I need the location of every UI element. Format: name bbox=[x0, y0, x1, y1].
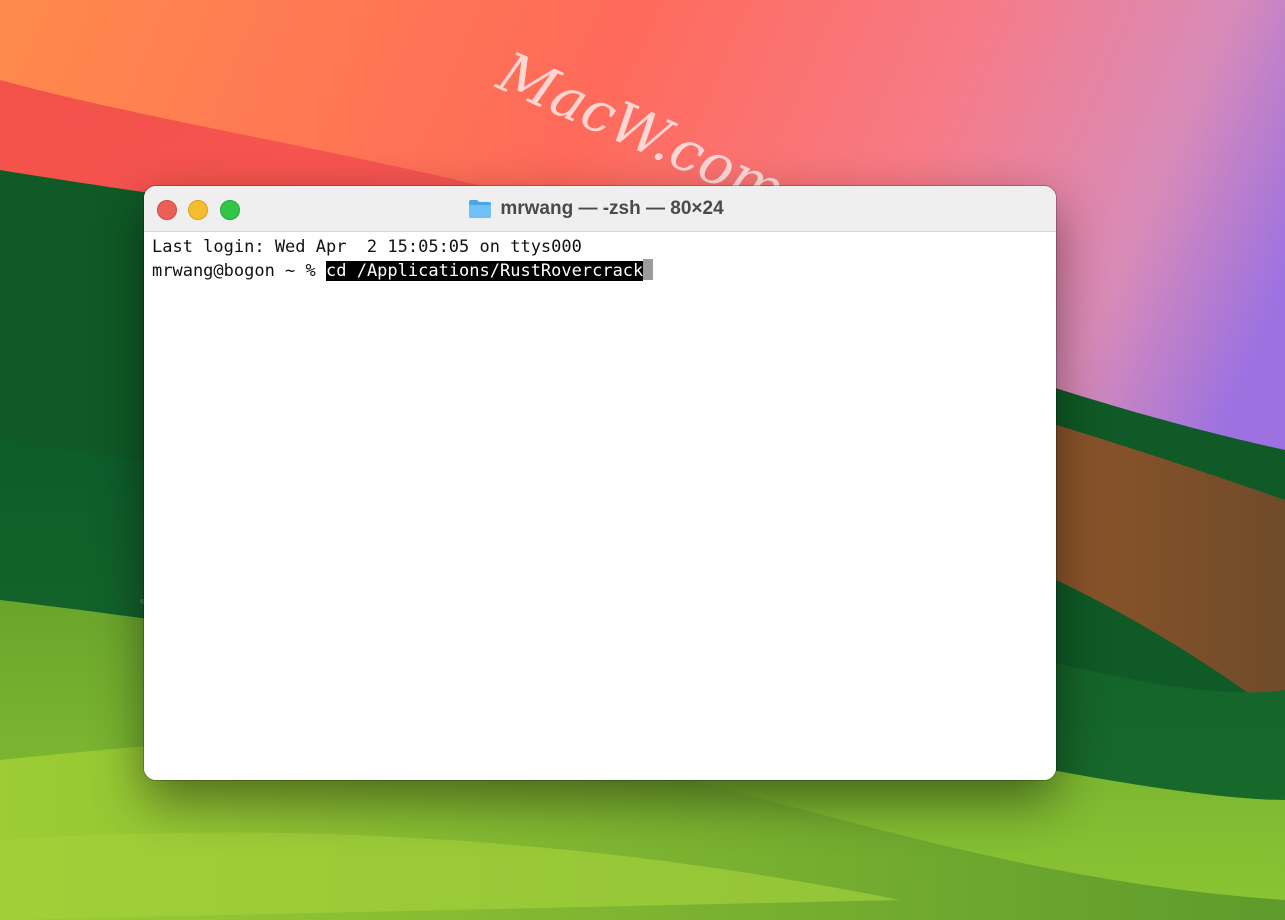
folder-icon bbox=[469, 200, 492, 218]
shell-prompt: mrwang@bogon ~ % bbox=[152, 261, 326, 281]
last-login-line: Last login: Wed Apr 2 15:05:05 on ttys00… bbox=[152, 237, 582, 257]
title-bar[interactable]: mrwang — -zsh — 80×24 bbox=[144, 186, 1056, 232]
window-title: mrwang — -zsh — 80×24 bbox=[500, 198, 724, 219]
prompt-line[interactable]: mrwang@bogon ~ % cd /Applications/RustRo… bbox=[152, 259, 1048, 282]
terminal-content[interactable]: Last login: Wed Apr 2 15:05:05 on ttys00… bbox=[144, 232, 1056, 780]
terminal-window[interactable]: mrwang — -zsh — 80×24 Last login: Wed Ap… bbox=[144, 186, 1056, 780]
text-cursor bbox=[643, 259, 654, 280]
window-title-area: mrwang — -zsh — 80×24 bbox=[144, 186, 1056, 232]
selected-command[interactable]: cd /Applications/RustRovercrack bbox=[326, 261, 644, 281]
